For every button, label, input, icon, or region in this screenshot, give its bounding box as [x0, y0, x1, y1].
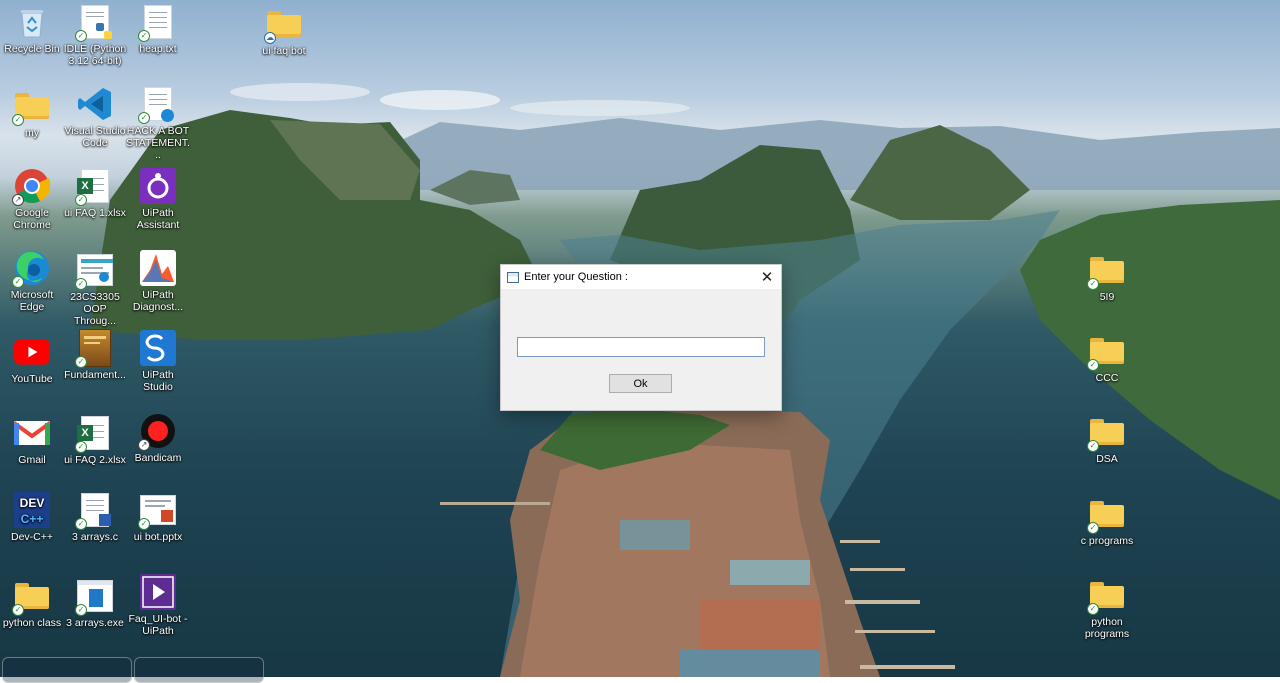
desktop-icon-ui-faq-bot[interactable]: ☁ ui faq bot: [252, 6, 316, 57]
sync-check-icon: ✓: [75, 604, 87, 616]
desktop-icon-heap-txt[interactable]: ✓ heap.txt: [126, 4, 190, 55]
edge-pdf-icon: ✓: [138, 86, 176, 124]
desktop-icon-uipath-assistant[interactable]: UiPath Assistant: [126, 168, 190, 231]
desktop-icon-visual-studio-code[interactable]: Visual Studio Code: [63, 86, 127, 149]
vscode-icon: [77, 86, 113, 122]
desktop-icon-uipath-diagnostic[interactable]: UiPath Diagnost...: [126, 250, 190, 313]
ok-button[interactable]: Ok: [609, 374, 672, 393]
question-input[interactable]: [517, 337, 765, 357]
sync-check-icon: ✓: [1087, 603, 1099, 615]
folder-icon: ✓: [12, 88, 50, 126]
taskbar-item[interactable]: [134, 657, 264, 683]
uipath-studio-icon: [140, 330, 176, 366]
sync-check-icon: ✓: [75, 30, 87, 42]
edge-icon: ✓: [12, 250, 50, 288]
excel-icon: X ✓: [75, 168, 113, 206]
devcpp-icon: DEV C++: [14, 492, 50, 528]
dialog-titlebar[interactable]: Enter your Question : ✕: [501, 265, 781, 289]
sync-check-icon: ✓: [1087, 359, 1099, 371]
dialog-title: Enter your Question :: [524, 271, 628, 283]
desktop-icon-python-programs[interactable]: ✓ python programs: [1075, 577, 1139, 640]
sync-check-icon: ✓: [12, 276, 24, 288]
desktop-icon-c-programs[interactable]: ✓ c programs: [1075, 496, 1139, 547]
book-icon: ✓: [75, 329, 113, 368]
desktop-icon-ui-bot-pptx[interactable]: ✓ ui bot.pptx: [126, 492, 190, 543]
sync-check-icon: ✓: [12, 114, 24, 126]
folder-icon: ✓: [1087, 496, 1125, 534]
shortcut-arrow-icon: ↗: [12, 194, 24, 206]
desktop-icon-google-chrome[interactable]: ↗ Google Chrome: [0, 168, 64, 231]
desktop-icon-ui-faq-1-xlsx[interactable]: X ✓ ui FAQ 1.xlsx: [63, 168, 127, 219]
sync-check-icon: ✓: [75, 278, 87, 290]
svg-text:C++: C++: [21, 512, 44, 526]
uipath-assistant-icon: [140, 168, 176, 204]
chrome-icon: ↗: [12, 168, 50, 206]
desktop-icon-gmail[interactable]: Gmail: [0, 415, 64, 466]
sync-check-icon: ✓: [75, 441, 87, 453]
sync-check-icon: ✓: [1087, 522, 1099, 534]
sync-check-icon: ✓: [138, 112, 150, 124]
excel-icon: X ✓: [75, 415, 113, 453]
desktop-icon-3-arrays-c[interactable]: ✓ 3 arrays.c: [63, 492, 127, 543]
desktop-icon-23cs3305[interactable]: ✓ 23CS3305 OOP Throug...: [63, 252, 127, 327]
desktop-icon-uipath-studio[interactable]: UiPath Studio: [126, 330, 190, 393]
desktop-icon-my[interactable]: ✓ my: [0, 88, 64, 139]
desktop-icon-dev-cpp[interactable]: DEV C++ Dev-C++: [0, 492, 64, 543]
folder-icon: ✓: [1087, 333, 1125, 371]
desktop-icon-python-class[interactable]: ✓ python class: [0, 578, 64, 629]
document-thumbnail-icon: ✓: [75, 252, 113, 290]
dialog-body: Ok: [501, 289, 781, 410]
desktop-icon-ccc[interactable]: ✓ CCC: [1075, 333, 1139, 384]
question-dialog: Enter your Question : ✕ Ok: [500, 264, 782, 411]
desktop-icon-hack-a-bot-statement[interactable]: ✓ HACK A BOT STATEMENT...: [126, 86, 190, 161]
folder-icon: ✓: [1087, 577, 1125, 615]
folder-icon: ✓: [1087, 252, 1125, 290]
desktop-icon-bandicam[interactable]: ↗ Bandicam: [126, 413, 190, 464]
c-file-icon: ✓: [75, 492, 113, 530]
sync-check-icon: ✓: [75, 518, 87, 530]
recycle-bin-icon: [14, 4, 50, 40]
desktop-icon-fundamentals[interactable]: ✓ Fundament...: [63, 329, 127, 381]
close-icon[interactable]: ✕: [753, 265, 781, 289]
folder-icon: ✓: [12, 578, 50, 616]
cloud-sync-icon: ☁: [264, 32, 276, 44]
desktop-icon-5i9[interactable]: ✓ 5I9: [1075, 252, 1139, 303]
desktop-icon-3-arrays-exe[interactable]: ✓ 3 arrays.exe: [63, 578, 127, 629]
gmail-icon: [14, 415, 50, 451]
sync-check-icon: ✓: [138, 518, 150, 530]
desktop-icon-microsoft-edge[interactable]: ✓ Microsoft Edge: [0, 250, 64, 313]
bandicam-icon: ↗: [138, 413, 176, 451]
folder-icon: ✓: [1087, 414, 1125, 452]
desktop-icon-faq-ui-bot-uipath[interactable]: Faq_UI-bot - UiPath: [126, 574, 190, 637]
exe-icon: ✓: [75, 578, 113, 616]
text-file-icon: ✓: [138, 4, 176, 42]
taskbar-item[interactable]: [2, 657, 132, 683]
desktop-icon-youtube[interactable]: YouTube: [0, 334, 64, 385]
desktop-icon-idle-python[interactable]: ✓ IDLE (Python 3.12 64-bit): [63, 4, 127, 67]
desktop-icon-recycle-bin[interactable]: Recycle Bin: [0, 4, 64, 55]
sync-check-icon: ✓: [1087, 278, 1099, 290]
uipath-diagnostic-icon: [140, 250, 176, 286]
uipath-project-icon: [140, 574, 176, 610]
python-idle-icon: ✓: [75, 4, 113, 42]
sync-check-icon: ✓: [12, 604, 24, 616]
sync-check-icon: ✓: [1087, 440, 1099, 452]
shortcut-arrow-icon: ↗: [138, 439, 150, 451]
folder-icon: ☁: [264, 6, 302, 44]
window-icon: [507, 271, 519, 283]
sync-check-icon: ✓: [138, 30, 150, 42]
sync-check-icon: ✓: [75, 356, 87, 368]
desktop-icon-ui-faq-2-xlsx[interactable]: X ✓ ui FAQ 2.xlsx: [63, 415, 127, 466]
powerpoint-icon: ✓: [138, 492, 176, 530]
sync-check-icon: ✓: [75, 194, 87, 206]
desktop-icon-dsa[interactable]: ✓ DSA: [1075, 414, 1139, 465]
svg-text:DEV: DEV: [20, 496, 45, 510]
youtube-icon: [14, 334, 50, 370]
